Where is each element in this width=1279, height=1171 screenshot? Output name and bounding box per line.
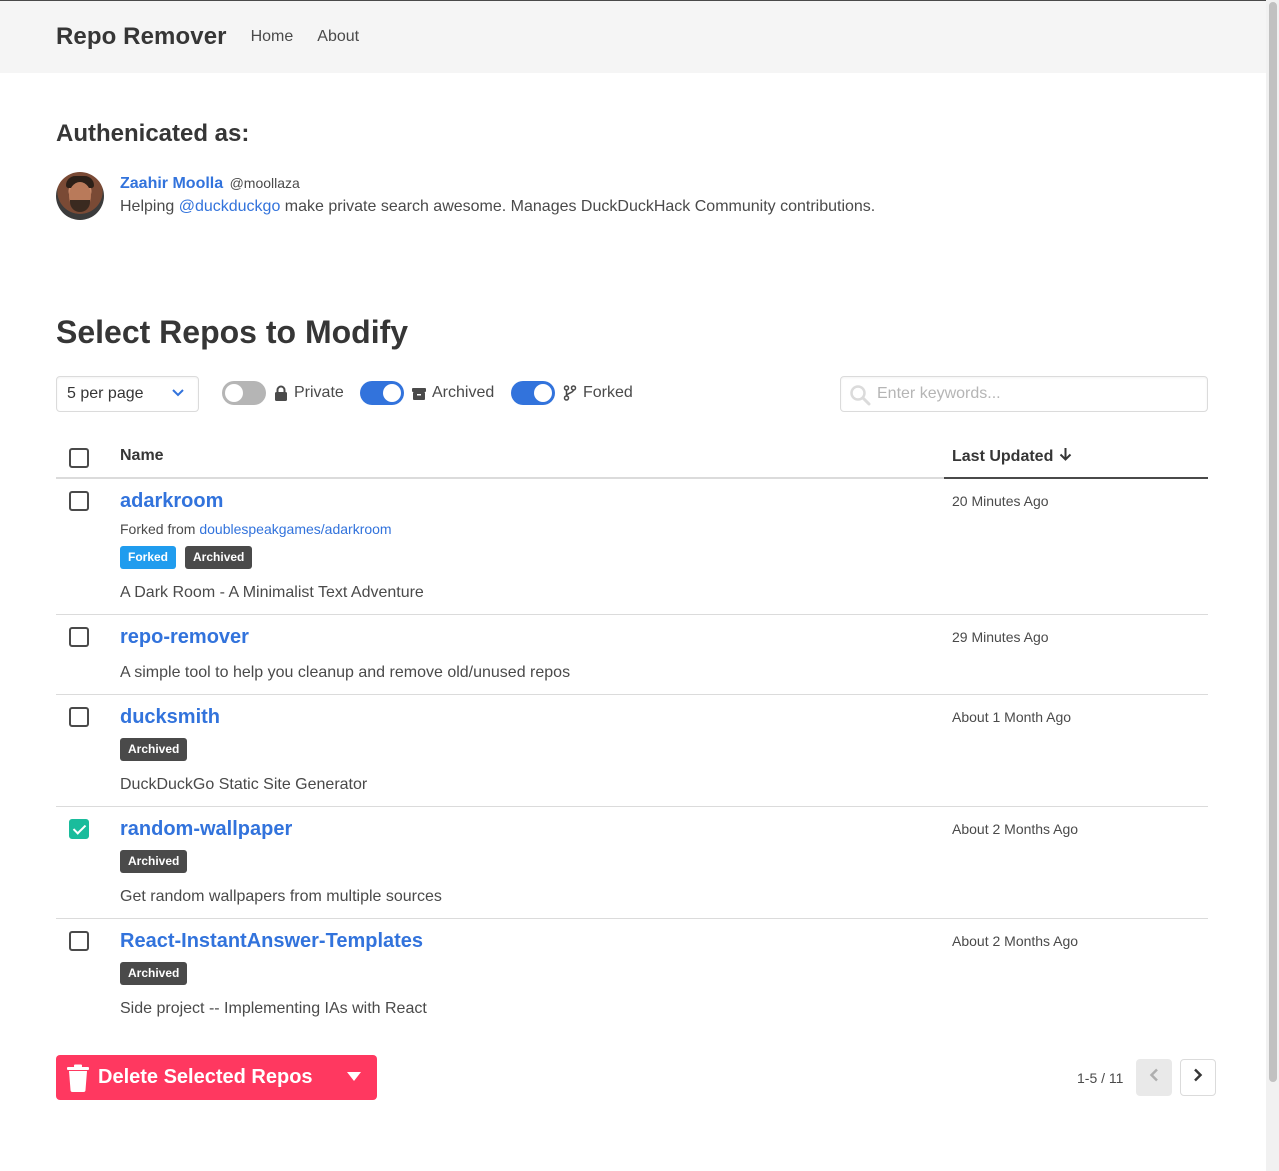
- column-header-name[interactable]: Name: [120, 447, 164, 465]
- table-row: ducksmith Archived DuckDuckGo Static Sit…: [56, 695, 1208, 807]
- table-header: Name Last Updated: [56, 436, 1208, 479]
- repo-name-link[interactable]: React-InstantAnswer-Templates: [120, 930, 423, 953]
- lock-icon: [274, 385, 288, 401]
- search-icon: [849, 384, 871, 406]
- repo-last-updated: About 2 Months Ago: [952, 933, 1079, 949]
- forked-label: Forked: [583, 384, 633, 401]
- caret-down-icon[interactable]: [347, 1072, 361, 1081]
- select-title: Select Repos to Modify: [56, 314, 409, 350]
- archive-icon: [412, 385, 426, 401]
- prev-page-button[interactable]: [1136, 1059, 1173, 1096]
- avatar: [56, 172, 104, 220]
- table-row: random-wallpaper Archived Get random wal…: [56, 807, 1208, 919]
- nav-link-about[interactable]: About: [317, 28, 359, 46]
- fork-icon: [563, 385, 577, 401]
- archived-tag: Archived: [120, 738, 188, 761]
- repo-description: DuckDuckGo Static Site Generator: [120, 776, 368, 793]
- search-input[interactable]: [841, 377, 1207, 411]
- page-info: 1-5 / 11: [1077, 1069, 1124, 1086]
- pagination: 1-5 / 11: [1077, 1059, 1217, 1096]
- chevron-left-icon: [1149, 1068, 1159, 1087]
- toggle-forked[interactable]: Forked: [511, 381, 633, 405]
- user-handle: @moollaza: [229, 175, 300, 191]
- toggle-archived[interactable]: Archived: [360, 381, 494, 405]
- repo-last-updated: About 2 Months Ago: [952, 821, 1079, 837]
- repo-name-link[interactable]: repo-remover: [120, 626, 249, 649]
- per-page-select[interactable]: 5 per page: [56, 376, 199, 412]
- repo-last-updated: 20 Minutes Ago: [952, 493, 1049, 509]
- forked-from-label: Forked from: [120, 521, 200, 537]
- auth-title: Authenicated as:: [56, 120, 250, 147]
- per-page-value: 5 per page: [67, 385, 144, 402]
- forked-from: Forked from doublespeakgames/adarkroom: [120, 521, 392, 537]
- row-checkbox[interactable]: [69, 491, 89, 511]
- row-checkbox[interactable]: [69, 707, 89, 727]
- bio-suffix: make private search awesome. Manages Duc…: [280, 198, 876, 215]
- archived-tag: Archived: [120, 962, 188, 985]
- repo-table: Name Last Updated adarkroom Forked from …: [56, 436, 1208, 1031]
- forked-tag: Forked: [120, 546, 177, 569]
- repo-last-updated: About 1 Month Ago: [952, 709, 1072, 725]
- archived-switch[interactable]: [360, 381, 404, 405]
- repo-description: Get random wallpapers from multiple sour…: [120, 888, 442, 905]
- chevron-right-icon: [1193, 1068, 1203, 1087]
- private-label: Private: [294, 384, 344, 401]
- delete-selected-repos-button[interactable]: Delete Selected Repos: [56, 1055, 377, 1100]
- repo-description: A simple tool to help you cleanup and re…: [120, 664, 571, 681]
- repo-description: Side project -- Implementing IAs with Re…: [120, 1000, 427, 1017]
- repo-last-updated: 29 Minutes Ago: [952, 629, 1049, 645]
- scrollbar-thumb[interactable]: [1269, 2, 1277, 1082]
- trash-icon: [66, 1064, 90, 1092]
- archived-tag: Archived: [120, 850, 188, 873]
- column-header-last-updated[interactable]: Last Updated: [944, 436, 1208, 479]
- repo-tags: Archived: [120, 738, 196, 761]
- nav-link-home[interactable]: Home: [251, 28, 294, 46]
- next-page-button[interactable]: [1180, 1059, 1217, 1096]
- repo-tags: Forked Archived: [120, 546, 261, 569]
- row-checkbox[interactable]: [69, 819, 89, 839]
- archived-label: Archived: [432, 384, 495, 401]
- search-box: [840, 376, 1208, 412]
- bio-link-duckduckgo[interactable]: @duckduckgo: [179, 198, 281, 215]
- repo-name-link[interactable]: random-wallpaper: [120, 818, 292, 841]
- forked-switch[interactable]: [511, 381, 555, 405]
- brand-logo[interactable]: Repo Remover: [56, 23, 227, 51]
- bio-prefix: Helping: [120, 198, 179, 215]
- table-row: React-InstantAnswer-Templates Archived S…: [56, 919, 1208, 1031]
- repo-tags: Archived: [120, 962, 196, 985]
- arrow-down-icon: [1059, 447, 1072, 466]
- repo-name-link[interactable]: ducksmith: [120, 706, 220, 729]
- row-checkbox[interactable]: [69, 627, 89, 647]
- chevron-down-icon: [172, 386, 184, 400]
- delete-button-label: Delete Selected Repos: [98, 1066, 313, 1088]
- row-checkbox[interactable]: [69, 931, 89, 951]
- user-name-link[interactable]: Zaahir Moolla: [120, 175, 223, 192]
- repo-description: A Dark Room - A Minimalist Text Adventur…: [120, 584, 424, 601]
- forked-from-link[interactable]: doublespeakgames/adarkroom: [199, 521, 391, 537]
- repo-name-link[interactable]: adarkroom: [120, 490, 223, 513]
- navbar: Repo Remover Home About: [0, 0, 1266, 73]
- toggle-private[interactable]: Private: [222, 381, 344, 405]
- page-scrollbar[interactable]: [1266, 0, 1279, 1171]
- table-row: repo-remover A simple tool to help you c…: [56, 615, 1208, 695]
- table-row: adarkroom Forked from doublespeakgames/a…: [56, 479, 1208, 615]
- select-all-checkbox[interactable]: [69, 448, 89, 468]
- user-card: Zaahir Moolla @moollaza Helping @duckduc…: [56, 172, 875, 220]
- private-switch[interactable]: [222, 381, 266, 405]
- archived-tag: Archived: [185, 546, 253, 569]
- user-bio: Helping @duckduckgo make private search …: [120, 198, 875, 216]
- filter-controls: 5 per page Private Archived Forked: [56, 376, 1208, 412]
- repo-tags: Archived: [120, 850, 196, 873]
- last-updated-label: Last Updated: [952, 448, 1054, 465]
